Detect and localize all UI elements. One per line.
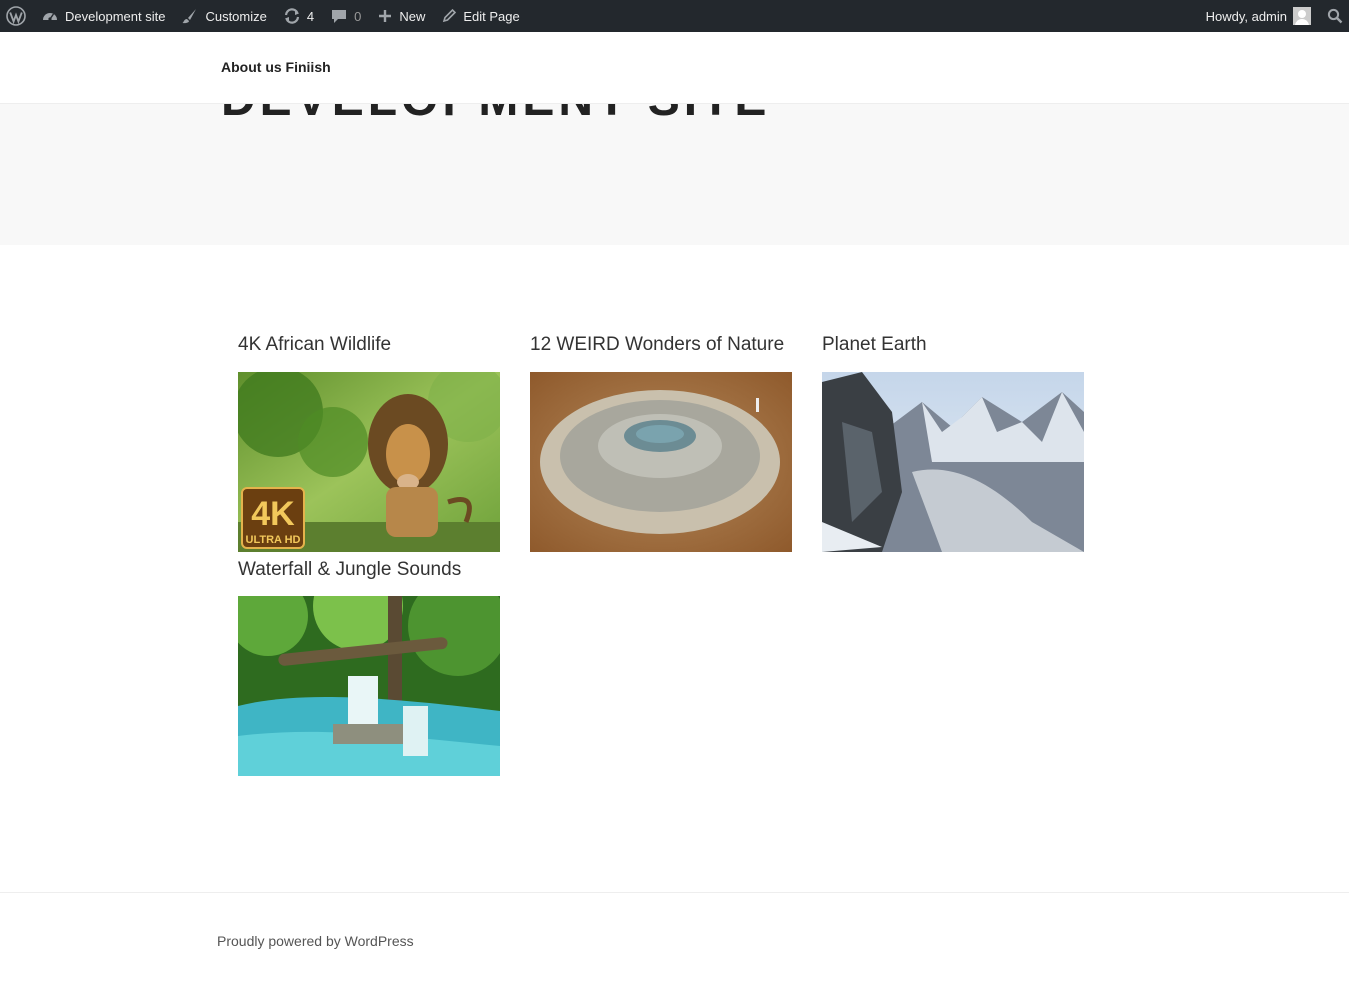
search-button[interactable]: [1319, 0, 1349, 32]
pencil-icon: [443, 8, 457, 23]
new-label: New: [399, 8, 426, 24]
edit-page-label: Edit Page: [463, 8, 520, 24]
updates-count: 4: [306, 8, 315, 24]
wordpress-logo-icon[interactable]: [0, 0, 33, 32]
site-name-menu[interactable]: Development site: [33, 0, 173, 32]
video-title[interactable]: 12 WEIRD Wonders of Nature: [530, 333, 792, 357]
video-card: 12 WEIRD Wonders of Nature: [530, 333, 792, 552]
svg-text:4K: 4K: [251, 495, 295, 533]
admin-bar-right: Howdy, admin: [1198, 0, 1349, 32]
site-name-label: Development site: [65, 8, 166, 24]
nav-item-about-us[interactable]: About us Finiish: [221, 59, 331, 75]
comment-icon: [332, 10, 347, 23]
4k-badge: 4K ULTRA HD: [241, 487, 305, 549]
updates-icon: [284, 8, 299, 24]
my-account-menu[interactable]: Howdy, admin: [1198, 0, 1319, 32]
video-title[interactable]: 4K African Wildlife: [238, 333, 500, 357]
video-card: Waterfall & Jungle Sounds: [238, 558, 500, 776]
navigation-bar: About us Finiish: [0, 32, 1349, 104]
updates-button[interactable]: 4: [275, 0, 322, 32]
greeting-label: Howdy, admin: [1205, 8, 1287, 24]
video-thumbnail[interactable]: [530, 372, 792, 552]
avatar: [1293, 7, 1311, 25]
comments-button[interactable]: 0: [322, 0, 369, 32]
video-thumbnail[interactable]: [822, 372, 1084, 552]
video-card: Planet Earth: [822, 333, 1084, 552]
video-thumbnail[interactable]: 4K ULTRA HD: [238, 372, 500, 552]
footer-divider: [0, 892, 1349, 893]
dashboard-icon: [43, 13, 57, 21]
edit-page-button[interactable]: Edit Page: [433, 0, 527, 32]
video-title[interactable]: Planet Earth: [822, 333, 1084, 357]
plus-icon: [379, 10, 392, 22]
admin-bar: Development site Customize 4 0 New Edit …: [0, 0, 1349, 32]
footer-credit-link[interactable]: Proudly powered by WordPress: [217, 933, 414, 949]
admin-bar-left: Development site Customize 4 0 New Edit …: [0, 0, 528, 32]
customize-label: Customize: [205, 8, 267, 24]
new-content-button[interactable]: New: [369, 0, 433, 32]
comments-count: 0: [354, 8, 362, 24]
customize-button[interactable]: Customize: [173, 0, 274, 32]
svg-text:ULTRA HD: ULTRA HD: [246, 534, 301, 546]
video-card: 4K African Wildlife 4K ULTRA HD: [238, 333, 500, 552]
video-thumbnail[interactable]: [238, 596, 500, 776]
search-icon: [1327, 8, 1343, 24]
video-title[interactable]: Waterfall & Jungle Sounds: [238, 558, 500, 582]
paintbrush-icon: [182, 9, 197, 24]
